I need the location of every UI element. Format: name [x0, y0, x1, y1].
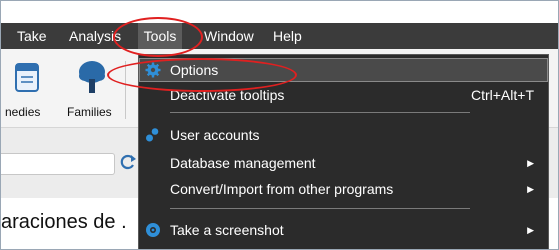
- toolbar-button-families[interactable]: Families: [61, 53, 121, 123]
- annotation-ellipse-tools: [113, 17, 203, 57]
- menu-item-user-accounts-label: User accounts: [170, 127, 260, 143]
- menu-window[interactable]: Window: [204, 23, 254, 49]
- menu-separator: [170, 208, 470, 209]
- camera-icon: [146, 223, 160, 237]
- toolbar-label-families: Families: [67, 105, 112, 119]
- menu-item-convert-import[interactable]: Convert/Import from other programs ▶: [139, 177, 548, 201]
- submenu-arrow-icon: ▶: [527, 184, 534, 194]
- menu-bar: Take Analysis Tools Window Help: [1, 23, 558, 49]
- submenu-arrow-icon: ▶: [527, 158, 534, 168]
- document-icon: [15, 63, 39, 92]
- menu-item-take-screenshot-label: Take a screenshot: [170, 222, 284, 238]
- submenu-arrow-icon: ▶: [527, 225, 534, 235]
- tree-icon: [79, 61, 105, 93]
- annotation-ellipse-options: [107, 58, 297, 92]
- search-input[interactable]: [1, 153, 115, 175]
- toolbar-button-remedies[interactable]: nedies: [1, 53, 53, 123]
- menu-separator: [170, 112, 470, 113]
- toolbar-label-remedies: nedies: [5, 105, 41, 119]
- content-heading: araciones de .: [1, 211, 127, 233]
- menu-item-database-management-label: Database management: [170, 155, 316, 171]
- users-icon: [146, 128, 159, 142]
- menu-item-database-management[interactable]: Database management ▶: [139, 151, 548, 175]
- menu-item-take-screenshot[interactable]: Take a screenshot ▶: [139, 218, 548, 242]
- refresh-icon[interactable]: [120, 153, 136, 171]
- menu-take[interactable]: Take: [17, 23, 47, 49]
- shortcut-label: Ctrl+Alt+T: [470, 87, 534, 103]
- menu-item-convert-import-label: Convert/Import from other programs: [170, 181, 394, 197]
- menu-help[interactable]: Help: [273, 23, 302, 49]
- app-window: Take Analysis Tools Window Help nedies F…: [0, 0, 559, 250]
- menu-item-user-accounts[interactable]: User accounts: [139, 123, 548, 147]
